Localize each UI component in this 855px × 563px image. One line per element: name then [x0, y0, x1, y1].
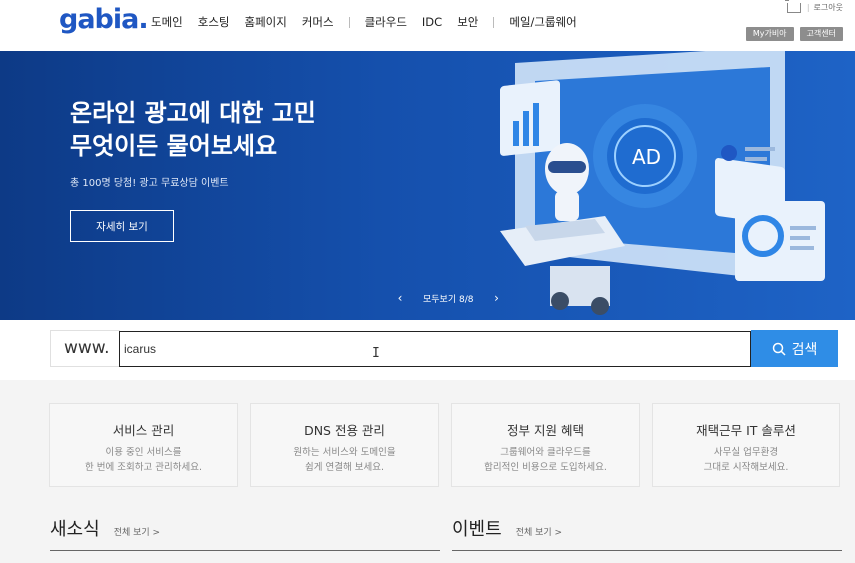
nav-cloud[interactable]: 클라우드	[365, 14, 407, 30]
gabia-logo[interactable]: gabia.	[59, 4, 149, 35]
nav-divider	[348, 16, 350, 28]
hero-title: 온라인 광고에 대한 고민 무엇이든 물어보세요	[70, 99, 316, 160]
nav-divider	[493, 16, 495, 28]
news-title: 새소식	[50, 519, 100, 540]
card-title: DNS 전용 관리	[304, 423, 385, 438]
cart-icon[interactable]	[784, 0, 801, 13]
monitor-illustration: AD	[500, 51, 825, 315]
events-title: 이벤트	[452, 519, 502, 540]
card-remote-work[interactable]: 재택근무 IT 솔루션 사무실 업무환경 그대로 시작해보세요.	[652, 403, 840, 487]
banner-pager: ‹ 모두보기 8/8 ›	[391, 291, 505, 305]
hero-banner: 온라인 광고에 대한 고민 무엇이든 물어보세요 총 100명 당첨! 광고 무…	[0, 51, 855, 320]
card-desc: 그룹웨어와 클라우드를 합리적인 비용으로 도입하세요.	[484, 447, 607, 473]
banner-count[interactable]: 모두보기 8/8	[423, 292, 473, 305]
chevron-left-icon[interactable]: ‹	[391, 291, 409, 305]
ad-text: AD	[632, 145, 661, 169]
account-buttons: My가비아 고객센터	[740, 27, 843, 41]
domain-search-input[interactable]	[119, 331, 751, 367]
card-title: 서비스 관리	[112, 423, 175, 438]
logout-link[interactable]: 로그아웃	[814, 2, 843, 13]
hero-detail-button[interactable]: 자세히 보기	[70, 210, 174, 242]
card-service-management[interactable]: 서비스 관리 이용 중인 서비스를 한 번에 조회하고 관리하세요.	[49, 403, 238, 487]
events-section-header: 이벤트 전체 보기 >	[452, 515, 562, 541]
events-more-link[interactable]: 전체 보기 >	[516, 525, 562, 538]
card-desc: 이용 중인 서비스를 한 번에 조회하고 관리하세요.	[85, 447, 202, 473]
nav-security[interactable]: 보안	[457, 14, 478, 30]
main-nav: 도메인 호스팅 홈페이지 커머스 클라우드 IDC 보안 메일/그룹웨어	[151, 14, 592, 30]
nav-idc[interactable]: IDC	[422, 15, 442, 29]
quick-cards: 서비스 관리 이용 중인 서비스를 한 번에 조회하고 관리하세요. DNS 전…	[49, 403, 840, 487]
news-divider	[50, 550, 440, 551]
my-gabia-button[interactable]: My가비아	[745, 27, 794, 41]
search-icon	[772, 342, 786, 356]
utility-links: | 로그아웃	[784, 0, 843, 13]
nav-commerce[interactable]: 커머스	[302, 14, 334, 30]
nav-hosting[interactable]: 호스팅	[198, 14, 230, 30]
card-title: 재택근무 IT 솔루션	[696, 423, 796, 438]
site-header: gabia. 도메인 호스팅 홈페이지 커머스 클라우드 IDC 보안 메일/그…	[0, 0, 855, 51]
search-button-label: 검색	[791, 341, 818, 358]
nav-mail-groupware[interactable]: 메일/그룹웨어	[509, 14, 576, 30]
card-desc: 원하는 서비스와 도메인을 쉽게 연결해 보세요.	[293, 447, 396, 473]
customer-center-button[interactable]: 고객센터	[799, 27, 843, 41]
text-cursor-icon: I	[372, 346, 380, 361]
news-section-header: 새소식 전체 보기 >	[50, 515, 160, 541]
card-desc: 사무실 업무환경 그대로 시작해보세요.	[703, 447, 789, 473]
news-more-link[interactable]: 전체 보기 >	[114, 525, 160, 538]
nav-domain[interactable]: 도메인	[151, 14, 183, 30]
card-government-support[interactable]: 정부 지원 혜택 그룹웨어와 클라우드를 합리적인 비용으로 도입하세요.	[451, 403, 640, 487]
card-dns-management[interactable]: DNS 전용 관리 원하는 서비스와 도메인을 쉽게 연결해 보세요.	[250, 403, 439, 487]
search-button[interactable]: 검색	[751, 330, 838, 367]
events-divider	[452, 550, 842, 551]
www-prefix: www.	[50, 330, 120, 367]
hero-subtitle: 총 100명 당첨! 광고 무료상담 이벤트	[70, 178, 229, 189]
card-title: 정부 지원 혜택	[507, 423, 584, 438]
ad-illustration: AD	[500, 51, 825, 315]
nav-homepage[interactable]: 홈페이지	[245, 14, 287, 30]
chevron-right-icon[interactable]: ›	[487, 291, 505, 305]
